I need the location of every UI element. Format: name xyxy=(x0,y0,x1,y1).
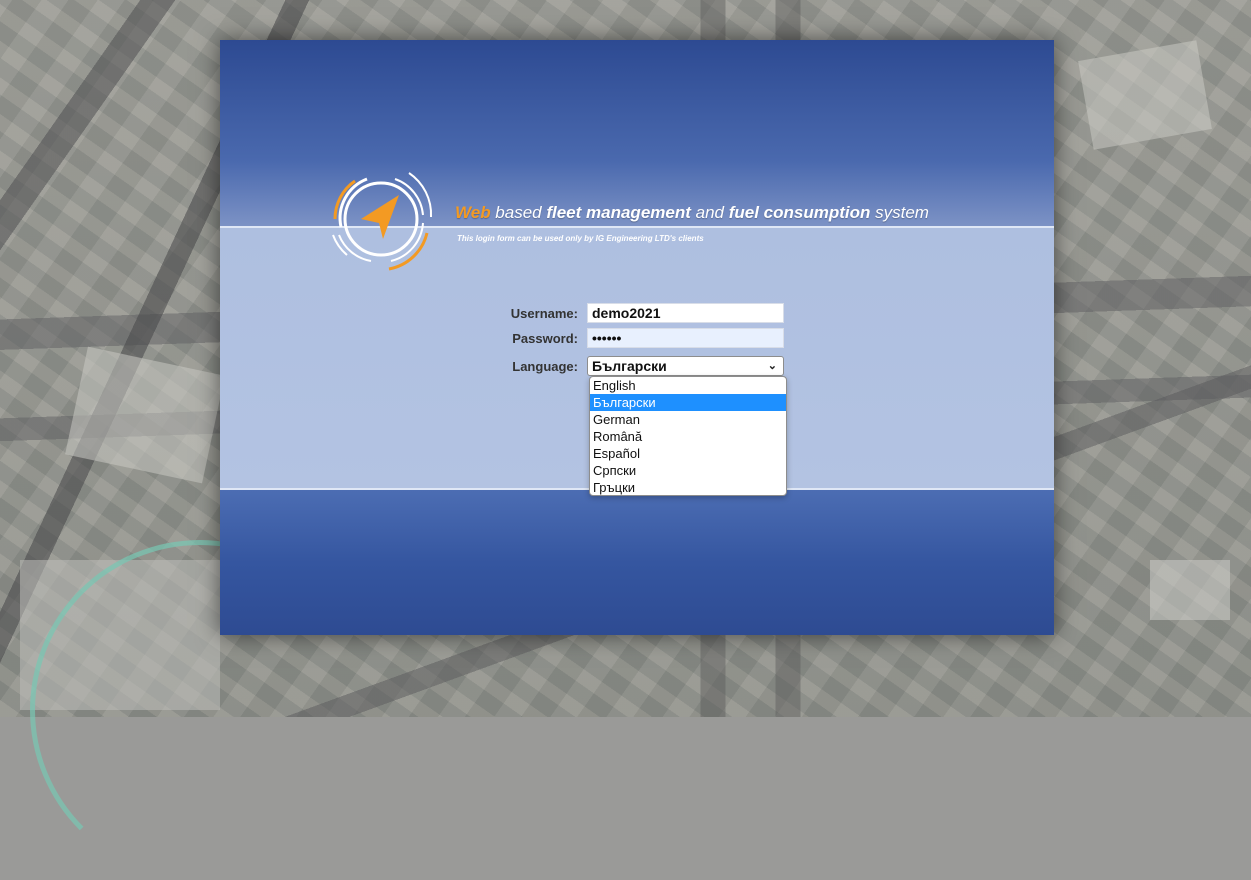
language-option-greek[interactable]: Гръцки xyxy=(590,479,786,496)
tagline-fuel: fuel consumption xyxy=(728,203,871,222)
language-selected-value: Български xyxy=(592,358,667,374)
panel-footer-band xyxy=(220,490,1054,635)
language-option-bulgarian[interactable]: Български xyxy=(590,394,786,411)
password-label: Password: xyxy=(512,331,578,346)
language-label: Language: xyxy=(512,359,578,374)
tagline-system: system xyxy=(870,203,929,222)
tagline-fleet: fleet management xyxy=(546,203,691,222)
tagline: Web based fleet management and fuel cons… xyxy=(455,203,929,223)
language-option-german[interactable]: German xyxy=(590,411,786,428)
language-option-english[interactable]: English xyxy=(590,377,786,394)
tagline-web: Web xyxy=(455,203,491,222)
password-input[interactable]: •••••• xyxy=(587,328,784,348)
background-building xyxy=(1150,560,1230,620)
chevron-down-icon: ⌄ xyxy=(767,360,777,372)
username-label: Username: xyxy=(510,306,578,321)
tagline-based: based xyxy=(490,203,547,222)
tagline-and: and xyxy=(690,203,729,222)
language-option-spanish[interactable]: Español xyxy=(590,445,786,462)
language-option-romanian[interactable]: Română xyxy=(590,428,786,445)
language-select[interactable]: Български ⌄ xyxy=(587,356,784,376)
language-option-serbian[interactable]: Српски xyxy=(590,462,786,479)
navigation-arrow-icon xyxy=(332,172,433,271)
login-subtitle: This login form can be used only by IG E… xyxy=(457,234,704,243)
username-input[interactable]: demo2021 xyxy=(587,303,784,323)
language-dropdown-list[interactable]: English Български German Română Español … xyxy=(589,376,787,496)
